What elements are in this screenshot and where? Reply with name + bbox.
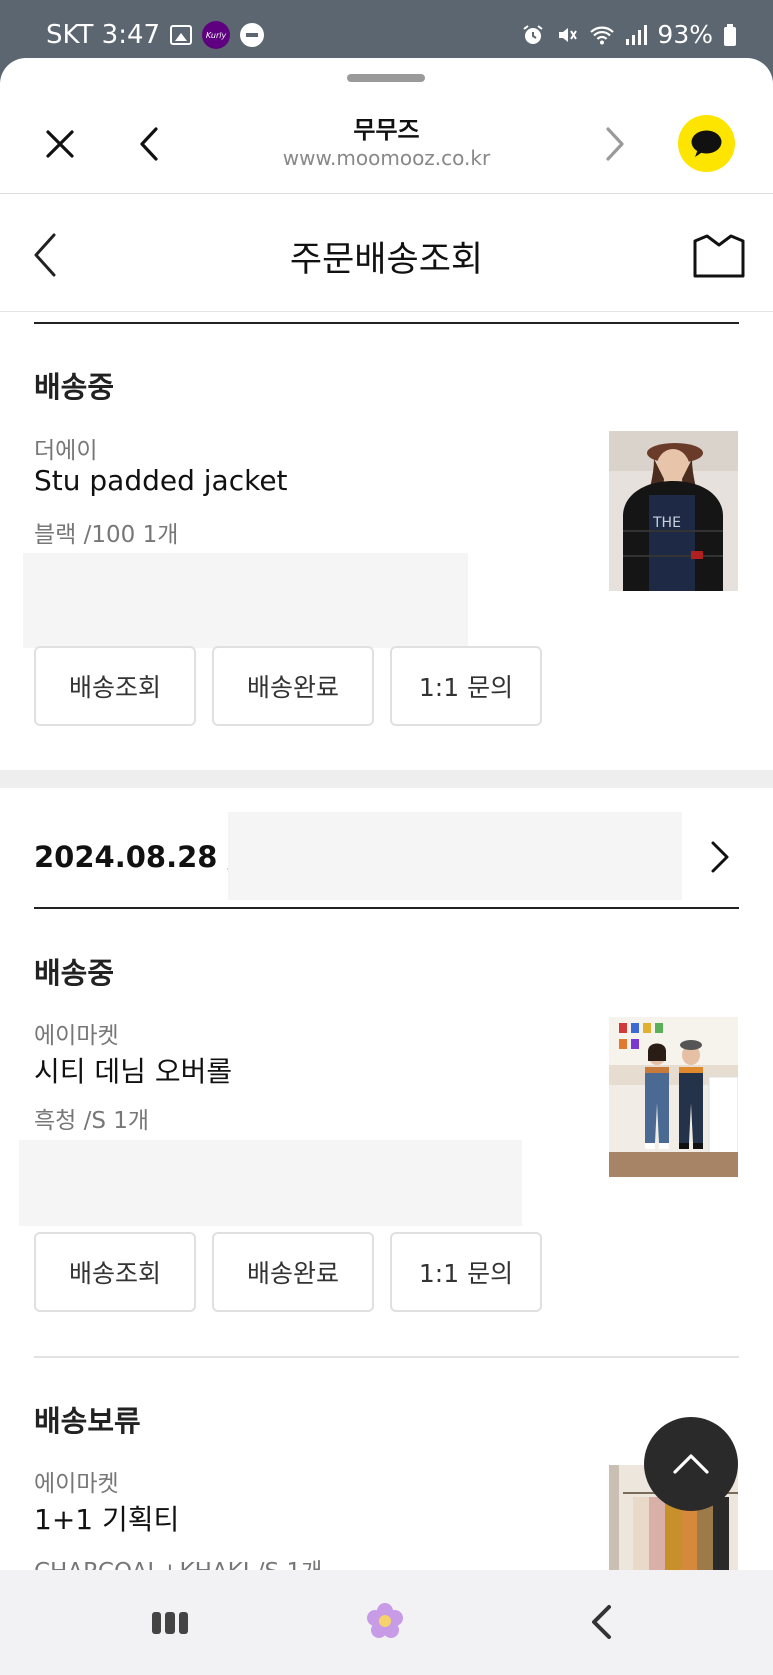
- back-icon[interactable]: [588, 1602, 614, 1642]
- order-divider: [34, 907, 739, 909]
- page-header: 주문배송조회: [0, 195, 773, 312]
- product-name[interactable]: Stu padded jacket: [34, 464, 288, 497]
- browser-url: www.moomooz.co.kr: [282, 146, 491, 170]
- kakaotalk-button[interactable]: [678, 115, 735, 172]
- page-title: 주문배송조회: [289, 240, 484, 280]
- product-name[interactable]: 시티 데님 오버롤: [34, 1050, 232, 1090]
- product-brand: 더에이: [34, 438, 98, 464]
- mute-icon: [559, 27, 578, 42]
- chevron-right-icon[interactable]: [708, 838, 732, 876]
- track-delivery-button[interactable]: 배송조회: [34, 1232, 196, 1312]
- track-delivery-button[interactable]: 배송조회: [34, 646, 196, 726]
- delivery-status: 배송보류: [34, 1404, 141, 1438]
- recent-apps-icon[interactable]: [152, 1612, 188, 1634]
- in-app-browser-sheet: 무무즈 www.moomooz.co.kr 주문배송조회 배송중 더에이 Stu…: [0, 58, 773, 1675]
- redacted-area: [19, 1140, 522, 1226]
- battery-percent: 93%: [657, 20, 713, 49]
- item-divider: [34, 1356, 739, 1358]
- inquiry-button[interactable]: 1:1 문의: [390, 646, 542, 726]
- status-bar-left: SKT 3:47 Kurly: [46, 20, 265, 50]
- chevron-right-icon[interactable]: [600, 124, 630, 164]
- order-date[interactable]: 2024.08.28 /: [34, 840, 238, 874]
- battery-icon: [724, 23, 736, 46]
- gallery-icon: [170, 25, 193, 45]
- product-option: 블랙 /100 1개: [34, 522, 179, 548]
- signal-icon: [626, 24, 648, 45]
- product-option: 흑청 /S 1개: [34, 1108, 150, 1134]
- delivery-complete-button[interactable]: 배송완료: [212, 646, 374, 726]
- wifi-icon: [590, 26, 615, 44]
- scroll-to-top-button[interactable]: [644, 1417, 738, 1511]
- delivery-status: 배송중: [34, 956, 115, 990]
- order-divider: [34, 322, 739, 324]
- do-not-disturb-icon: [240, 23, 265, 47]
- product-name[interactable]: 1+1 기획티: [34, 1498, 179, 1538]
- delivery-status: 배송중: [34, 370, 115, 404]
- inquiry-button[interactable]: 1:1 문의: [390, 1232, 542, 1312]
- redacted-area: [23, 553, 468, 648]
- svg-text:THE: THE: [652, 515, 681, 531]
- product-thumbnail[interactable]: THE: [609, 431, 738, 591]
- padded-jacket-image: THE: [609, 431, 738, 591]
- browser-bar: 무무즈 www.moomooz.co.kr: [0, 102, 773, 194]
- kurly-app-icon: Kurly: [202, 21, 231, 49]
- carrier-time: SKT 3:47: [46, 20, 161, 50]
- book-icon[interactable]: [692, 233, 746, 279]
- alarm-icon: [523, 24, 544, 44]
- redacted-order-number: [228, 812, 682, 900]
- section-gap: [0, 770, 773, 788]
- product-brand: 에이마켓: [34, 1471, 119, 1497]
- product-thumbnail[interactable]: [609, 1017, 738, 1177]
- sheet-grabber[interactable]: [347, 74, 425, 82]
- delivery-complete-button[interactable]: 배송완료: [212, 1232, 374, 1312]
- denim-overall-image: [609, 1017, 738, 1177]
- chevron-up-icon: [673, 1454, 709, 1474]
- home-flower-icon[interactable]: [366, 1602, 404, 1640]
- browser-site-title: 무무즈: [353, 116, 420, 144]
- kakaotalk-icon: [691, 130, 722, 157]
- status-bar-right: 93%: [521, 20, 737, 49]
- system-nav-bar: [0, 1570, 773, 1675]
- product-brand: 에이마켓: [34, 1023, 119, 1049]
